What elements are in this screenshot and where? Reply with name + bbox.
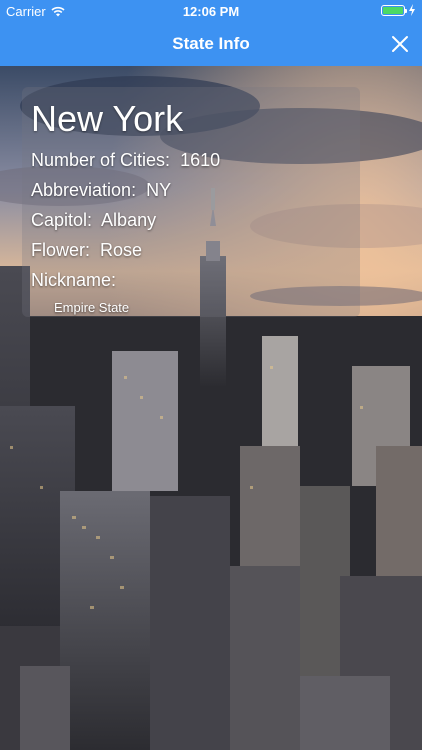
battery-fill — [383, 6, 403, 14]
status-time: 12:06 PM — [182, 4, 240, 19]
capitol-value: Albany — [101, 210, 157, 230]
cities-row: Number of Cities: 1610 — [31, 150, 220, 171]
flower-value: Rose — [100, 240, 143, 260]
close-button[interactable] — [388, 32, 412, 56]
flower-row: Flower: Rose — [31, 240, 142, 261]
nickname-label: Nickname: — [31, 270, 117, 290]
nickname-value: Empire State — [54, 300, 130, 315]
abbreviation-label: Abbreviation: — [31, 180, 137, 200]
abbreviation-row: Abbreviation: NY — [31, 180, 171, 201]
flower-label: Flower: — [31, 240, 91, 260]
status-bar: Carrier 12:06 PM — [0, 0, 422, 22]
charging-bolt-icon — [409, 4, 415, 16]
abbreviation-value: NY — [146, 180, 172, 200]
cities-value: 1610 — [180, 150, 221, 170]
close-icon — [392, 36, 408, 52]
capitol-label: Capitol: — [31, 210, 93, 230]
capitol-row: Capitol: Albany — [31, 210, 156, 231]
cities-label: Number of Cities: — [31, 150, 171, 170]
battery-icon — [381, 4, 407, 16]
nickname-row: Nickname: — [31, 270, 116, 291]
state-name: New York — [31, 98, 184, 139]
nav-title: State Info — [172, 34, 250, 53]
status-right — [381, 4, 416, 16]
navigation-bar: State Info — [0, 22, 422, 66]
